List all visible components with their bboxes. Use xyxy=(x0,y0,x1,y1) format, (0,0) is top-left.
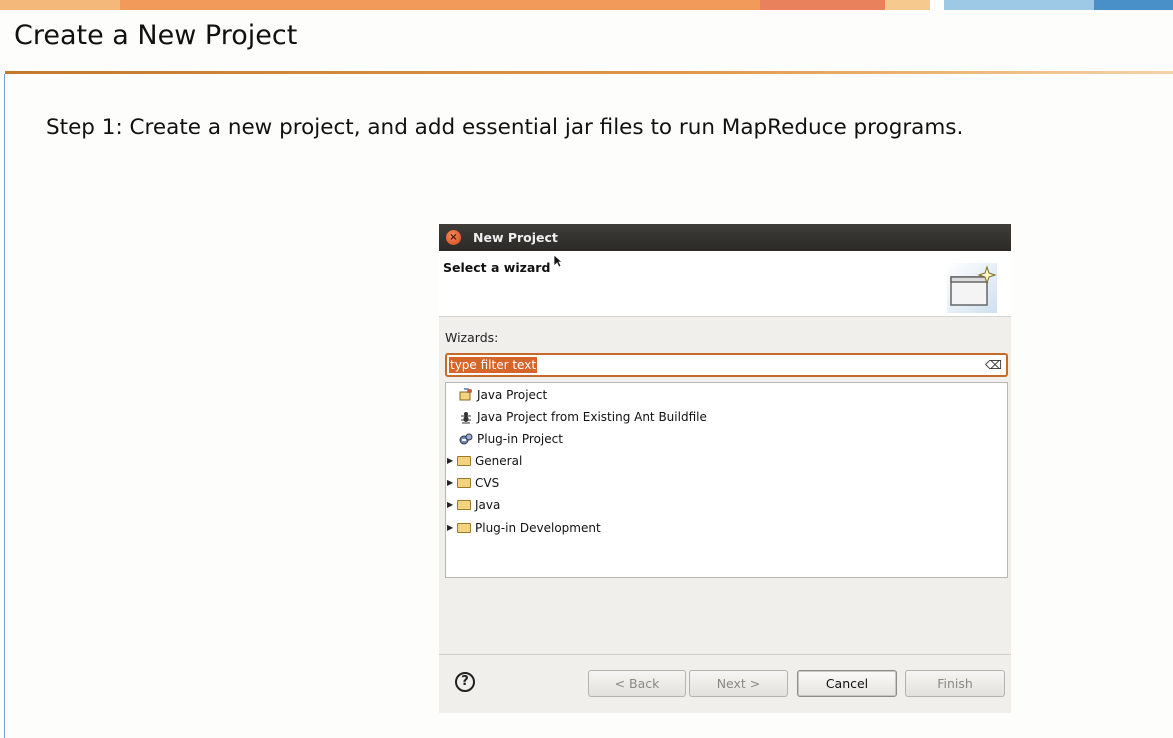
top-color-stripe xyxy=(0,0,1173,10)
banner-title: Select a wizard xyxy=(443,260,551,275)
cancel-button[interactable]: Cancel xyxy=(797,670,897,697)
expand-arrow-icon[interactable]: ▶ xyxy=(447,495,457,515)
wizards-label: Wizards: xyxy=(445,330,499,345)
ant-icon xyxy=(459,410,473,424)
tree-item-label: CVS xyxy=(475,476,500,490)
close-icon[interactable]: × xyxy=(446,230,461,245)
tree-item-label: General xyxy=(475,454,523,468)
expand-arrow-icon[interactable]: ▶ xyxy=(447,518,457,538)
wizard-banner: Select a wizard xyxy=(439,251,1011,317)
tree-item-label: Java xyxy=(475,498,501,512)
title-divider xyxy=(5,71,1173,74)
tree-item-label: Java Project from Existing Ant Buildfile xyxy=(477,410,707,424)
wizard-tree[interactable]: Java Project Java Project from Existing … xyxy=(445,382,1008,578)
dialog-title: New Project xyxy=(473,230,558,245)
tree-item-cvs[interactable]: ▶ CVS xyxy=(447,473,499,493)
java-project-icon xyxy=(459,388,473,402)
tree-item-label: Plug-in Development xyxy=(475,521,601,535)
new-wizard-icon xyxy=(947,263,997,313)
folder-icon xyxy=(457,500,471,510)
tree-item-ant-project[interactable]: Java Project from Existing Ant Buildfile xyxy=(459,407,707,427)
plugin-project-icon xyxy=(459,432,473,446)
help-button[interactable]: ? xyxy=(455,672,475,692)
new-project-dialog: × New Project Select a wizard Wizards: t… xyxy=(439,224,1011,713)
tree-item-general[interactable]: ▶ General xyxy=(447,451,522,471)
mouse-cursor-icon xyxy=(553,254,563,268)
tree-item-java[interactable]: ▶ Java xyxy=(447,495,500,515)
next-button[interactable]: Next > xyxy=(689,670,788,697)
filter-input[interactable]: type filter text ⌫ xyxy=(445,353,1008,377)
expand-arrow-icon[interactable]: ▶ xyxy=(447,451,457,471)
folder-icon xyxy=(457,456,471,466)
tree-item-plugin-project[interactable]: Plug-in Project xyxy=(459,429,563,449)
tree-item-java-project[interactable]: Java Project xyxy=(459,385,547,405)
step-instruction: Step 1: Create a new project, and add es… xyxy=(46,115,964,140)
tree-item-label: Plug-in Project xyxy=(477,432,563,446)
slide-title: Create a New Project xyxy=(14,20,298,51)
dialog-titlebar: × New Project xyxy=(439,224,1011,251)
filter-input-value[interactable]: type filter text xyxy=(449,357,538,373)
footer-divider xyxy=(439,654,1011,655)
finish-button[interactable]: Finish xyxy=(905,670,1005,697)
folder-icon xyxy=(457,478,471,488)
left-border xyxy=(4,74,5,738)
clear-filter-icon[interactable]: ⌫ xyxy=(985,358,1002,372)
tree-item-label: Java Project xyxy=(477,388,548,402)
tree-item-plugin-development[interactable]: ▶ Plug-in Development xyxy=(447,518,601,538)
expand-arrow-icon[interactable]: ▶ xyxy=(447,473,457,493)
folder-icon xyxy=(457,523,471,533)
back-button[interactable]: < Back xyxy=(588,670,686,697)
